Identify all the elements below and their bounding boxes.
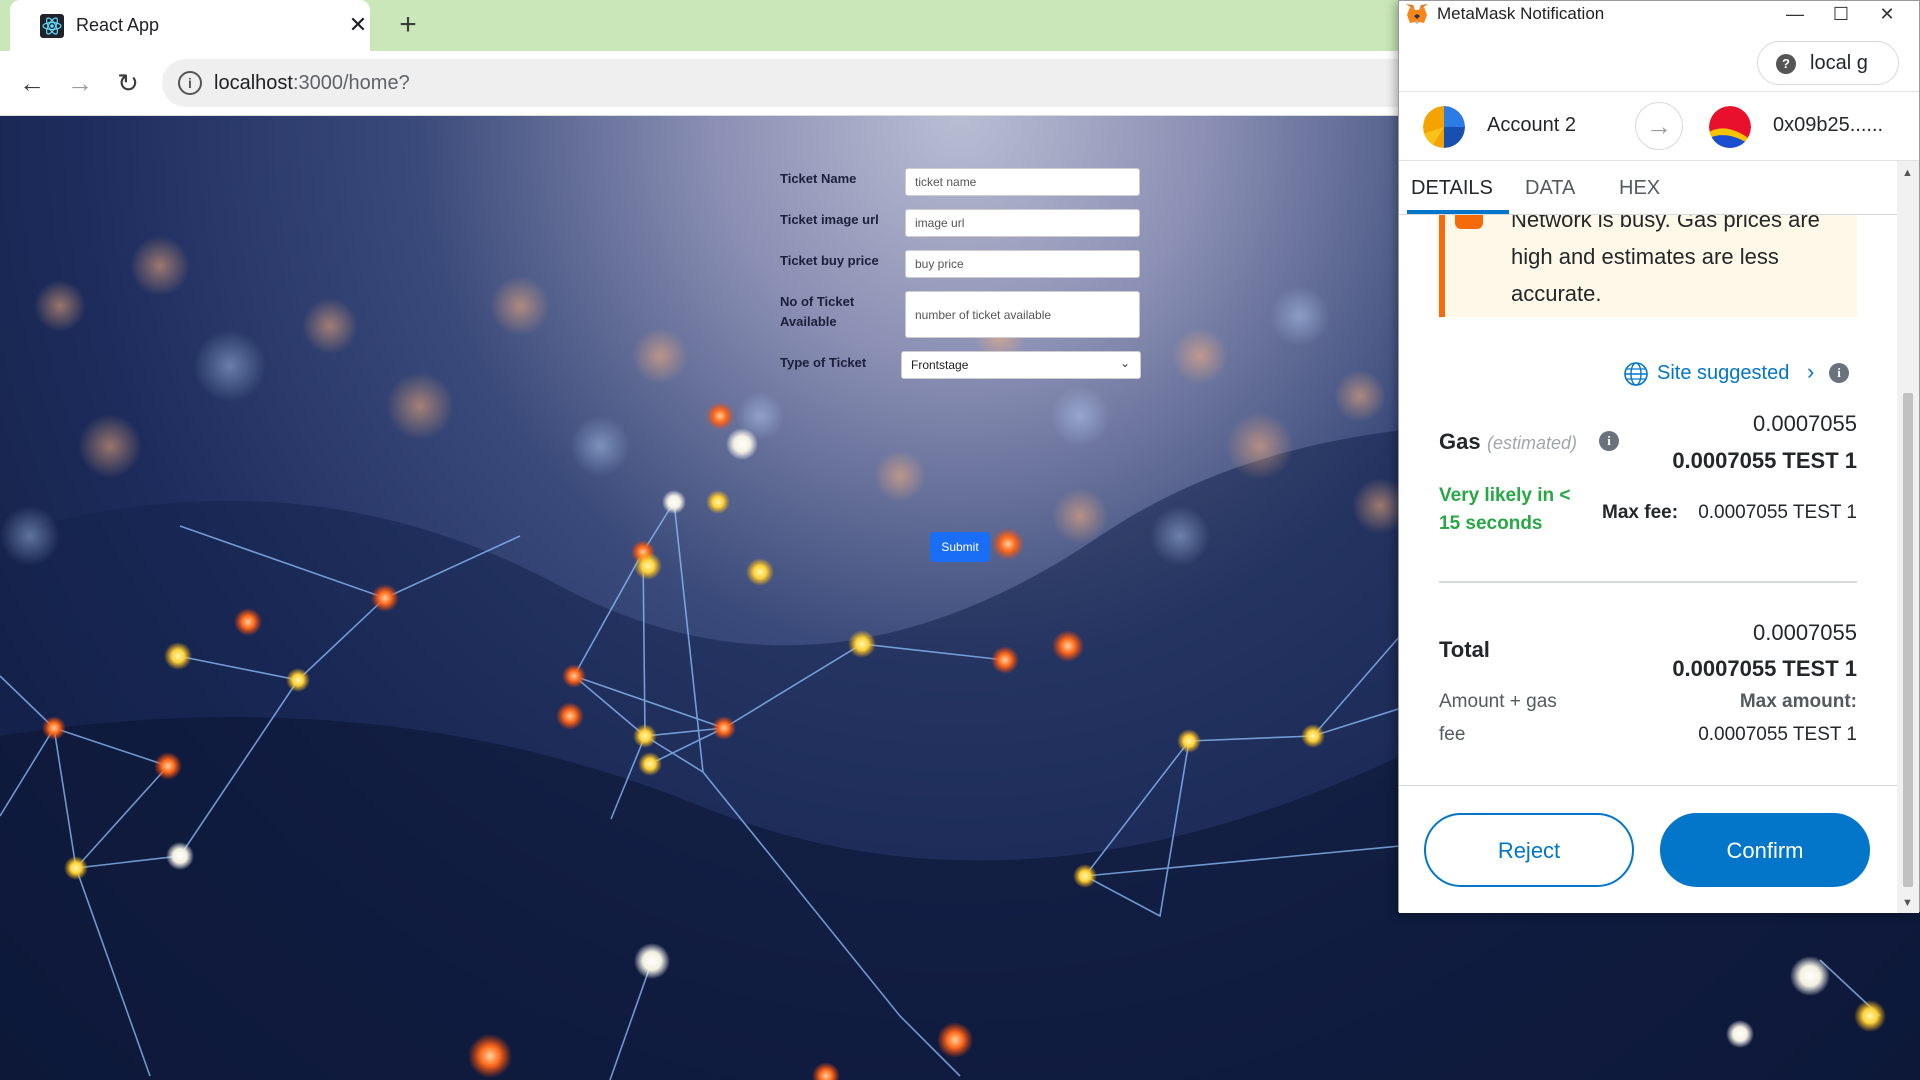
to-address[interactable]: 0x09b25...... bbox=[1773, 114, 1883, 137]
tab-details[interactable]: DETAILS bbox=[1411, 177, 1493, 200]
url-path: :3000/home? bbox=[292, 72, 410, 94]
metamask-fox-icon bbox=[1406, 4, 1428, 24]
tickets-available-label-line2: Available bbox=[780, 314, 837, 329]
gas-estimated-label: (estimated) bbox=[1487, 433, 1578, 453]
metamask-notification-window: MetaMask Notification — ☐ ✕ ? local g Ac… bbox=[1398, 0, 1920, 913]
reload-icon[interactable]: ↻ bbox=[112, 67, 144, 99]
total-value: 0.0007055 bbox=[1753, 620, 1857, 645]
ticket-type-selected: Frontstage bbox=[911, 358, 969, 372]
network-selector[interactable]: ? local g bbox=[1757, 41, 1899, 85]
network-name: local g bbox=[1810, 52, 1868, 74]
to-account-avatar[interactable] bbox=[1709, 106, 1751, 148]
tab-hex[interactable]: HEX bbox=[1619, 177, 1660, 200]
chevron-right-icon: › bbox=[1807, 359, 1815, 384]
gas-info-icon[interactable]: i bbox=[1599, 431, 1619, 451]
section-divider bbox=[1439, 581, 1857, 583]
gas-label: Gas bbox=[1439, 429, 1481, 454]
tickets-available-input[interactable] bbox=[905, 291, 1140, 338]
max-fee-value: 0.0007055 TEST 1 bbox=[1698, 502, 1857, 523]
ticket-name-input[interactable] bbox=[905, 168, 1140, 196]
maximize-icon[interactable]: ☐ bbox=[1821, 1, 1861, 27]
details-scrollbar[interactable]: ▲ ▼ bbox=[1897, 161, 1919, 913]
account-transfer-row: Account 2 → 0x09b25...... bbox=[1399, 91, 1919, 161]
transaction-tabs: DETAILS DATA HEX bbox=[1399, 161, 1919, 215]
arrow-right-icon: → bbox=[1635, 102, 1683, 150]
metamask-title-bar: MetaMask Notification — ☐ ✕ bbox=[1399, 1, 1919, 27]
max-fee-label: Max fee: bbox=[1602, 502, 1679, 523]
close-window-icon[interactable]: ✕ bbox=[1867, 1, 1907, 27]
tab-data[interactable]: DATA bbox=[1525, 177, 1575, 200]
gas-value-token: 0.0007055 TEST 1 bbox=[1672, 448, 1857, 473]
react-logo-icon bbox=[40, 14, 64, 38]
address-url[interactable]: localhost:3000/home? bbox=[214, 72, 410, 95]
globe-icon bbox=[1624, 362, 1648, 386]
minimize-icon[interactable]: — bbox=[1775, 1, 1815, 27]
scroll-up-icon[interactable]: ▲ bbox=[1902, 167, 1913, 179]
from-account-name[interactable]: Account 2 bbox=[1487, 114, 1576, 137]
forward-arrow-icon[interactable]: → bbox=[64, 67, 96, 99]
scrollbar-thumb[interactable] bbox=[1903, 393, 1913, 887]
tickets-available-label-line1: No of Ticket bbox=[780, 294, 855, 309]
confirm-button[interactable]: Confirm bbox=[1660, 813, 1870, 887]
tickets-available-label: No of Ticket Available bbox=[780, 292, 854, 332]
ticket-name-label: Ticket Name bbox=[780, 171, 857, 186]
browser-tab-react-app[interactable]: React App ✕ bbox=[10, 0, 370, 51]
submit-button[interactable]: Submit bbox=[930, 532, 990, 562]
network-busy-warning: Network is busy. Gas prices are high and… bbox=[1439, 215, 1857, 317]
network-help-icon: ? bbox=[1776, 54, 1796, 74]
ticket-type-select[interactable]: Frontstage ⌄ bbox=[901, 351, 1141, 379]
metamask-window-title: MetaMask Notification bbox=[1437, 4, 1605, 23]
action-footer: Reject Confirm bbox=[1399, 785, 1897, 913]
from-account-avatar[interactable] bbox=[1423, 106, 1465, 148]
amount-gas-line2: fee bbox=[1439, 724, 1466, 745]
likely-time-line1: Very likely in < bbox=[1439, 485, 1571, 506]
total-label: Total bbox=[1439, 637, 1490, 662]
chevron-down-icon: ⌄ bbox=[1119, 356, 1130, 370]
buy-price-input[interactable] bbox=[905, 250, 1140, 278]
site-suggested-link[interactable]: Site suggested › bbox=[1623, 359, 1863, 389]
back-arrow-icon[interactable]: ← bbox=[16, 67, 48, 99]
gas-value: 0.0007055 bbox=[1753, 411, 1857, 436]
warning-icon bbox=[1455, 215, 1483, 229]
tab-title: React App bbox=[76, 15, 160, 35]
image-url-label: Ticket image url bbox=[780, 212, 879, 227]
site-suggested-label: Site suggested bbox=[1657, 362, 1790, 384]
ticket-type-label: Type of Ticket bbox=[780, 355, 867, 370]
site-suggested-info-icon[interactable]: i bbox=[1829, 363, 1849, 383]
active-tab-indicator bbox=[1407, 210, 1509, 214]
warning-text: Network is busy. Gas prices are high and… bbox=[1511, 215, 1820, 306]
likely-time-line2: 15 seconds bbox=[1439, 513, 1543, 534]
url-host: localhost bbox=[214, 72, 293, 94]
site-info-icon[interactable]: i bbox=[178, 71, 202, 95]
reject-button[interactable]: Reject bbox=[1424, 813, 1634, 887]
max-amount-label: Max amount: bbox=[1739, 691, 1857, 712]
buy-price-label: Ticket buy price bbox=[780, 253, 879, 268]
amount-gas-line1: Amount + gas bbox=[1439, 691, 1557, 712]
tab-close-icon[interactable]: ✕ bbox=[346, 12, 370, 38]
image-url-input[interactable] bbox=[905, 209, 1140, 237]
total-value-token: 0.0007055 TEST 1 bbox=[1672, 656, 1857, 681]
scroll-down-icon[interactable]: ▼ bbox=[1902, 897, 1913, 909]
new-tab-button[interactable]: + bbox=[392, 9, 424, 41]
max-amount-value: 0.0007055 TEST 1 bbox=[1698, 724, 1857, 745]
